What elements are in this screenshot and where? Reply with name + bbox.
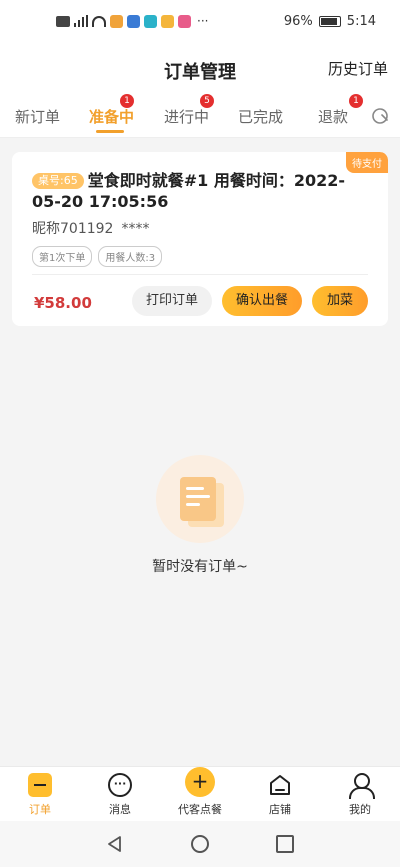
status-icons: ··· [56,14,208,28]
nav-order-for-customer[interactable]: + 代客点餐 [170,767,230,817]
nav-label: 我的 [349,803,371,816]
app-notification-icon [144,14,157,28]
divider [32,274,368,275]
app-header: 订单管理 历史订单 [0,44,400,94]
status-bar: ··· 96% 5:14 [0,0,400,44]
nav-label: 店铺 [269,803,291,816]
tab-refund[interactable]: 退款 1 [318,94,364,127]
orders-icon [28,773,52,797]
plus-icon: + [185,767,215,797]
recent-apps-icon[interactable] [276,835,294,853]
tab-badge: 1 [120,94,135,108]
tab-in-progress[interactable]: 进行中 5 [164,94,215,127]
order-count-chip: 第1次下单 [32,246,93,267]
signal-icon [74,15,88,27]
back-icon[interactable] [106,835,124,853]
nav-shop[interactable]: 店铺 [250,773,310,817]
shop-icon [270,775,290,795]
order-chips: 第1次下单 用餐人数:3 [32,246,163,267]
tab-label: 准备中 [89,108,135,126]
app-notification-icon [161,14,174,28]
diners-count-chip: 用餐人数:3 [98,246,163,267]
status-right: 96% 5:14 [284,14,376,29]
add-dish-button[interactable]: 加菜 [312,286,368,316]
order-tabs: 新订单 准备中 1 进行中 5 已完成 退款 1 [0,94,400,138]
nav-label: 消息 [109,803,131,816]
more-notifications: ··· [197,14,209,28]
table-number-badge: 桌号:65 [32,173,84,189]
clock: 5:14 [346,14,376,29]
tab-preparing[interactable]: 准备中 1 [89,94,135,127]
app-notification-icon [178,14,191,28]
tab-label: 已完成 [238,108,284,126]
app-notification-icon [110,14,123,28]
empty-orders-illustration [156,455,244,543]
history-orders-link[interactable]: 历史订单 [328,58,388,79]
wifi-icon [92,15,106,27]
confirm-serve-button[interactable]: 确认出餐 [222,286,302,316]
customer-nickname: 昵称701192 [32,221,114,237]
search-icon[interactable] [370,106,390,126]
tab-completed[interactable]: 已完成 [238,106,283,127]
nav-messages[interactable]: 消息 [90,773,150,817]
tab-badge: 1 [349,94,364,108]
user-icon [348,773,375,799]
nav-label: 代客点餐 [178,803,222,816]
bottom-nav: 订单 消息 + 代客点餐 店铺 我的 [0,766,400,821]
masked-phone: **** [121,221,150,237]
document-icon [180,477,216,521]
nav-orders[interactable]: 订单 [10,773,70,817]
app-notification-icon [127,14,140,28]
tab-label: 新订单 [15,108,61,126]
nav-me[interactable]: 我的 [330,773,390,817]
battery-level: 96% [283,14,313,29]
hd-icon [56,15,70,27]
order-price: ¥58.00 [34,294,92,312]
order-card[interactable]: 待支付 桌号:65 堂食即时就餐#1 用餐时间：2022-05-20 17:05:… [12,152,388,326]
system-navigation-bar [0,821,400,867]
battery-icon [318,16,341,27]
customer-info: 昵称701192 **** [32,218,149,238]
print-order-button[interactable]: 打印订单 [132,286,212,316]
nav-label: 订单 [29,803,51,816]
empty-state-text: 暂时没有订单~ [152,559,248,575]
tab-label: 退款 [318,108,349,126]
tab-label: 进行中 [164,108,210,126]
tab-new-orders[interactable]: 新订单 [15,106,60,127]
tab-badge: 5 [200,94,215,108]
home-icon[interactable] [191,835,209,853]
message-icon [108,773,132,797]
active-tab-indicator [96,130,124,133]
order-title: 桌号:65 堂食即时就餐#1 用餐时间：2022-05-20 17:05:56 [32,170,357,212]
